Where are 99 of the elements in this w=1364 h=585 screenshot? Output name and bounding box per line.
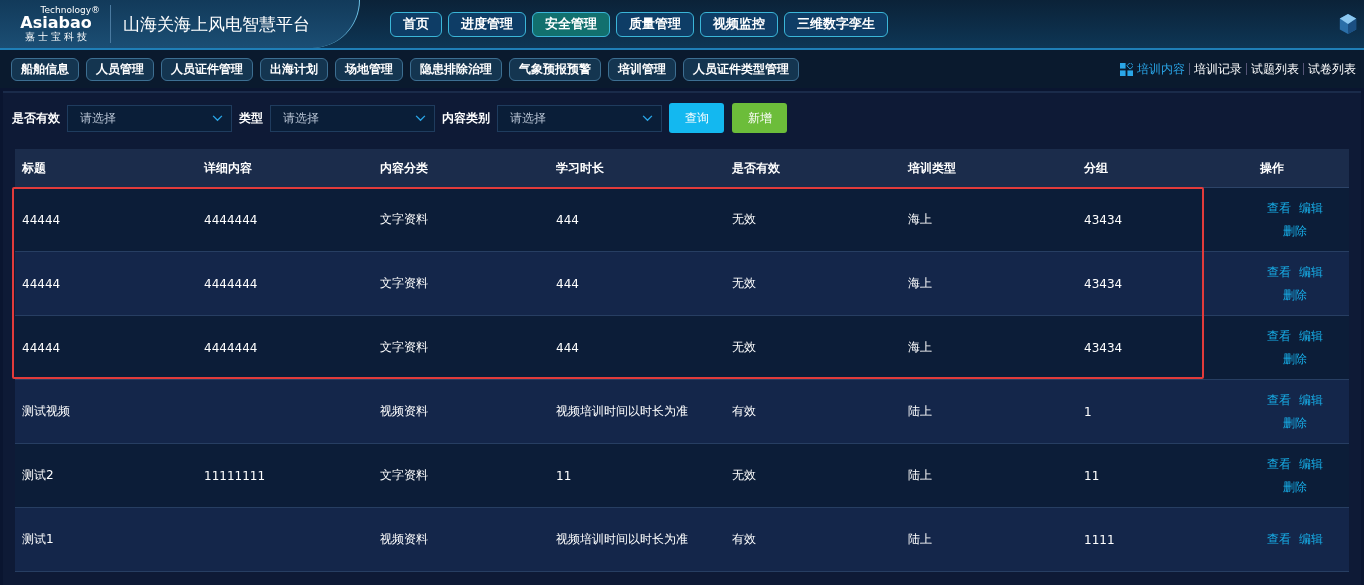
sub-nav-button[interactable]: 场地管理 <box>335 57 403 81</box>
table-cell-text: 海上 <box>907 211 933 228</box>
action-link[interactable]: 删除 <box>1283 350 1307 368</box>
chevron-down-icon <box>415 114 426 122</box>
action-link[interactable]: 查看 <box>1267 455 1291 473</box>
column-header: 学习时长 <box>555 159 605 177</box>
page-tab[interactable]: 试题列表 <box>1251 60 1299 78</box>
table-cell-text: 测试视频 <box>21 403 71 420</box>
main-nav-tab[interactable]: 三维数字孪生 <box>784 11 888 37</box>
column-header: 详细内容 <box>203 159 253 177</box>
filter-label: 是否有效 <box>12 109 60 127</box>
main-nav-tab[interactable]: 进度管理 <box>448 11 526 37</box>
table-cell-text: 43434 <box>1083 340 1124 355</box>
table-cell-text: 有效 <box>731 403 757 420</box>
action-link[interactable]: 查看 <box>1267 391 1291 409</box>
sub-nav-button[interactable]: 隐患排除治理 <box>410 57 502 81</box>
sub-nav-button[interactable]: 培训管理 <box>608 57 676 81</box>
table-cell-text: 43434 <box>1083 276 1124 291</box>
table-cell-text: 1111 <box>1083 532 1116 547</box>
table-cell-text: 有效 <box>731 531 757 548</box>
table-cell-text: 视频培训时间以时长为准 <box>555 403 689 420</box>
action-link[interactable]: 编辑 <box>1299 391 1323 409</box>
action-link[interactable]: 编辑 <box>1299 263 1323 281</box>
action-link[interactable]: 编辑 <box>1299 531 1323 548</box>
action-link[interactable]: 编辑 <box>1299 327 1323 345</box>
table-cell-text: 文字资料 <box>379 275 429 292</box>
table-cell-text: 444 <box>555 276 580 291</box>
table-cell-text: 无效 <box>731 339 757 356</box>
filter-label: 内容类别 <box>442 109 490 127</box>
select-field[interactable]: 请选择 <box>270 104 435 132</box>
sub-nav-button[interactable]: 人员管理 <box>86 57 154 81</box>
table-cell-text: 4444444 <box>203 340 259 355</box>
column-header: 分组 <box>1083 159 1109 177</box>
table-cell-text: 44444 <box>21 340 62 355</box>
filter-label: 类型 <box>239 109 263 127</box>
action-link[interactable]: 查看 <box>1267 531 1291 548</box>
action-link[interactable]: 删除 <box>1283 414 1307 432</box>
table-cell-text: 11111111 <box>203 468 267 483</box>
action-link[interactable]: 编辑 <box>1299 199 1323 217</box>
table-cell-text: 文字资料 <box>379 339 429 356</box>
table-cell-text: 4444444 <box>203 276 259 291</box>
table-cell-text: 1 <box>1083 404 1093 419</box>
chevron-down-icon <box>642 114 653 122</box>
logo-wordmark: Asiabao <box>20 15 92 31</box>
sub-nav-button[interactable]: 人员证件类型管理 <box>683 57 799 81</box>
page-tab[interactable]: 培训记录 <box>1194 60 1242 78</box>
table-cell-text: 视频资料 <box>379 531 429 548</box>
column-header: 是否有效 <box>731 159 781 177</box>
sub-nav-button[interactable]: 出海计划 <box>260 57 328 81</box>
select-field[interactable]: 请选择 <box>67 104 232 132</box>
main-nav-tab[interactable]: 质量管理 <box>616 11 694 37</box>
table-cell-text: 43434 <box>1083 212 1124 227</box>
main-nav-tab[interactable]: 首页 <box>390 11 442 37</box>
platform-title: 山海关海上风电智慧平台 <box>123 12 310 36</box>
action-link[interactable]: 删除 <box>1283 286 1307 304</box>
column-header: 标题 <box>21 159 47 177</box>
sub-nav-button[interactable]: 船舶信息 <box>11 57 79 81</box>
logo-tagline: Technology® <box>40 5 100 15</box>
table-cell-text: 测试2 <box>21 467 55 484</box>
table-cell-text: 444 <box>555 212 580 227</box>
table-cell-text: 视频培训时间以时长为准 <box>555 531 689 548</box>
action-link[interactable]: 查看 <box>1267 263 1291 281</box>
table-cell-text: 11 <box>1083 468 1101 483</box>
table-cell-text: 44444 <box>21 212 62 227</box>
page-tab[interactable]: 培训内容 <box>1137 60 1185 78</box>
table-cell-text: 11 <box>555 468 573 483</box>
column-header: 内容分类 <box>379 159 429 177</box>
main-nav-tab[interactable]: 视频监控 <box>700 11 778 37</box>
table-cell-text: 海上 <box>907 339 933 356</box>
action-link[interactable]: 查看 <box>1267 199 1291 217</box>
chevron-down-icon <box>212 114 223 122</box>
action-link[interactable]: 编辑 <box>1299 455 1323 473</box>
table-cell-text: 文字资料 <box>379 467 429 484</box>
action-link[interactable]: 删除 <box>1283 222 1307 240</box>
action-link[interactable]: 删除 <box>1283 478 1307 496</box>
table-cell-text: 4444444 <box>203 212 259 227</box>
table-cell-text: 444 <box>555 340 580 355</box>
select-field[interactable]: 请选择 <box>497 104 662 132</box>
column-header: 培训类型 <box>906 159 957 177</box>
action-link[interactable]: 查看 <box>1267 327 1291 345</box>
table-cell-text: 视频资料 <box>379 403 429 420</box>
table-cell-text: 陆上 <box>907 403 933 420</box>
logo-subtitle: 嘉 士 宝 科 技 <box>24 31 88 43</box>
sub-nav-button[interactable]: 气象预报预警 <box>509 57 601 81</box>
sub-nav-button[interactable]: 人员证件管理 <box>161 57 253 81</box>
page-tab[interactable]: 试卷列表 <box>1308 60 1356 78</box>
cube-icon[interactable] <box>1338 12 1358 36</box>
table-cell-text: 陆上 <box>907 467 933 484</box>
column-header: 操作 <box>1259 159 1285 177</box>
table-cell-text: 陆上 <box>907 531 933 548</box>
table-cell-text: 无效 <box>731 211 757 228</box>
table-cell-text: 无效 <box>731 467 757 484</box>
table-cell-text: 无效 <box>731 275 757 292</box>
table-cell-text: 海上 <box>907 275 933 292</box>
table-cell-text: 文字资料 <box>379 211 429 228</box>
table-cell-text: 44444 <box>21 276 62 291</box>
table-cell-text: 测试1 <box>21 531 55 548</box>
grid-icon <box>1120 62 1133 76</box>
main-nav-tab[interactable]: 安全管理 <box>532 11 610 37</box>
